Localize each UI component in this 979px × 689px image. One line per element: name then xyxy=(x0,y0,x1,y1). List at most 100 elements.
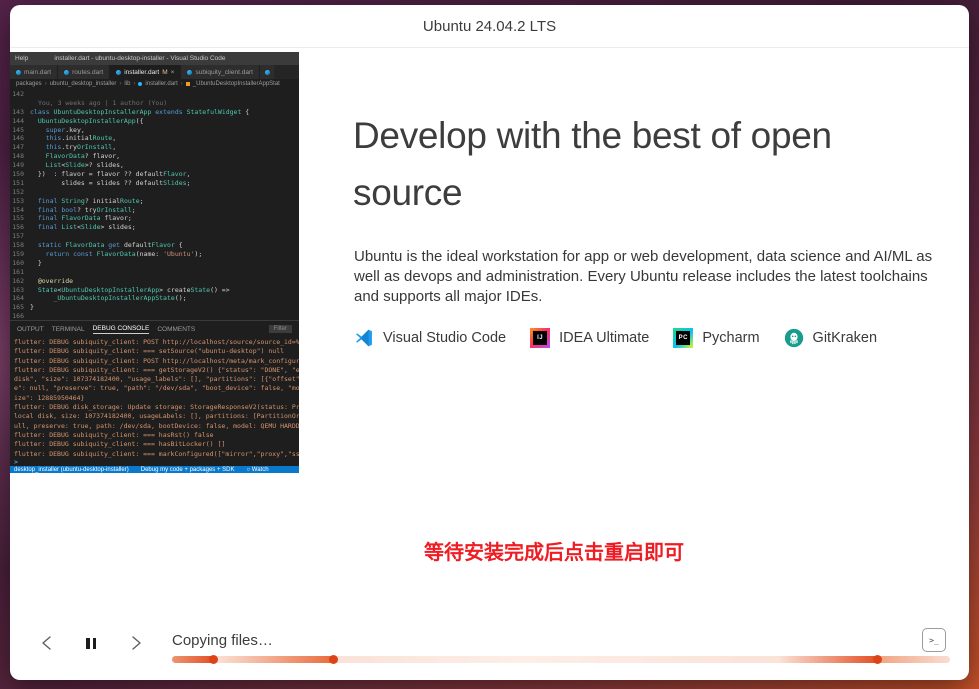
code-text: }) : flavor = flavor ?? defaultFlavor, xyxy=(30,170,190,179)
breadcrumb-item: packages xyxy=(16,81,42,87)
console-line: flutter: DEBUG subiquity_client: POST ht… xyxy=(10,357,299,366)
console-line: flutter: DEBUG subiquity_client: === has… xyxy=(10,431,299,440)
next-button[interactable] xyxy=(124,631,148,655)
breadcrumb-separator: › xyxy=(181,81,183,87)
dart-icon xyxy=(187,70,192,75)
slide-heading: Develop with the best of open source xyxy=(353,107,928,221)
window-titlebar: Ubuntu 24.04.2 LTS xyxy=(10,5,969,48)
dart-icon xyxy=(16,70,21,75)
line-number: 150 xyxy=(10,170,30,179)
blame-annotation: You, 3 weeks ago | 1 author (You) xyxy=(30,99,167,108)
code-line: 165} xyxy=(10,303,299,312)
progress-segment xyxy=(214,656,333,663)
line-number: 142 xyxy=(10,90,30,99)
tab-label: main.dart xyxy=(24,69,51,76)
panel-tab: COMMENTS xyxy=(157,326,195,333)
code-line: 151 slides = slides ?? defaultSlides; xyxy=(10,179,299,188)
ide-label: Visual Studio Code xyxy=(383,330,506,346)
code-text: List<Slide>? slides, xyxy=(30,161,124,170)
breadcrumb-item: installer.dart xyxy=(145,81,177,87)
code-line: 161 xyxy=(10,268,299,277)
idea-icon: IJ xyxy=(530,328,550,348)
console-line: flutter: DEBUG subiquity_client: === mar… xyxy=(10,450,299,458)
dart-icon xyxy=(116,70,121,75)
breadcrumb-item: _UbuntuDesktopInstallerAppStat xyxy=(193,81,280,87)
line-number: 151 xyxy=(10,179,30,188)
vscode-tab-partial xyxy=(260,65,274,79)
progress-dot xyxy=(209,655,218,664)
vscode-tab: subiquity_client.dart xyxy=(181,65,259,79)
window-title: Ubuntu 24.04.2 LTS xyxy=(423,18,556,35)
ide-item-pycharm: PC Pycharm xyxy=(673,328,759,348)
modified-badge: M xyxy=(162,69,167,76)
tab-label: routes.dart xyxy=(72,69,103,76)
line-number: 145 xyxy=(10,126,30,135)
vscode-console-prompt: > xyxy=(10,458,299,466)
vscode-tab: installer.dartM × xyxy=(110,65,181,79)
progress-segment xyxy=(780,656,877,663)
vscode-debug-console: flutter: DEBUG subiquity_client: POST ht… xyxy=(10,337,299,458)
code-text: super.key, xyxy=(30,126,85,135)
line-number: 166 xyxy=(10,312,30,320)
code-line: 164 _UbuntuDesktopInstallerAppState(); xyxy=(10,294,299,303)
ide-list: Visual Studio Code IJ IDEA Ultimate PC P… xyxy=(354,328,877,348)
panel-tab: TERMINAL xyxy=(52,326,85,333)
vscode-editor: 142You, 3 weeks ago | 1 author (You)143c… xyxy=(10,88,299,320)
chevron-left-icon xyxy=(41,635,52,651)
code-text: _UbuntuDesktopInstallerAppState(); xyxy=(30,294,187,303)
line-number: 165 xyxy=(10,303,30,312)
code-line: 156 final List<Slide> slides; xyxy=(10,223,299,232)
breadcrumb-item: lib xyxy=(124,81,130,87)
code-text: final String? initialRoute; xyxy=(30,197,144,206)
console-line: flutter: DEBUG subiquity_client: POST ht… xyxy=(10,338,299,347)
progress-segment xyxy=(172,656,214,663)
line-number: 148 xyxy=(10,152,30,161)
code-line: 145 super.key, xyxy=(10,126,299,135)
tab-label: installer.dart xyxy=(124,69,159,76)
breadcrumb-item: ubuntu_desktop_installer xyxy=(50,81,117,87)
slide-body: Ubuntu is the ideal workstation for app … xyxy=(354,247,940,307)
line-number: 154 xyxy=(10,206,30,215)
breadcrumb-separator: › xyxy=(133,81,135,87)
code-text: slides = slides ?? defaultSlides; xyxy=(30,179,190,188)
ide-item-idea: IJ IDEA Ultimate xyxy=(530,328,649,348)
vscode-status-launch-config: Debug my code + packages + SDK xyxy=(141,467,235,473)
vscode-tab: routes.dart xyxy=(58,65,110,79)
code-text: } xyxy=(30,259,42,268)
console-line: flutter: DEBUG subiquity_client: === get… xyxy=(10,366,299,375)
terminal-toggle-button[interactable]: >_ xyxy=(922,628,946,652)
line-number: 159 xyxy=(10,250,30,259)
code-line: 157 xyxy=(10,232,299,241)
console-line: local disk, size: 107374182400, usageLab… xyxy=(10,412,299,421)
code-text: static FlavorData get defaultFlavor { xyxy=(30,241,183,250)
code-text: UbuntuDesktopInstallerApp({ xyxy=(30,117,144,126)
code-text: this.tryOrInstall, xyxy=(30,143,116,152)
line-number xyxy=(10,99,30,108)
line-number: 156 xyxy=(10,223,30,232)
console-line: ull, preserve: true, path: /dev/sda, boo… xyxy=(10,422,299,431)
code-line: 147 this.tryOrInstall, xyxy=(10,143,299,152)
code-text: @override xyxy=(30,277,73,286)
line-number: 164 xyxy=(10,294,30,303)
panel-tab: DEBUG CONSOLE xyxy=(93,325,150,334)
code-line: You, 3 weeks ago | 1 author (You) xyxy=(10,99,299,108)
breadcrumb-separator: › xyxy=(119,81,121,87)
class-symbol-icon xyxy=(186,82,190,86)
line-number: 163 xyxy=(10,286,30,295)
close-icon: × xyxy=(171,69,175,76)
vscode-icon xyxy=(354,328,374,348)
code-text: final List<Slide> slides; xyxy=(30,223,136,232)
dart-icon xyxy=(265,70,270,75)
progress-dot xyxy=(329,655,338,664)
code-line: 159 return const FlavorData(name: 'Ubunt… xyxy=(10,250,299,259)
console-line: e": null, "preserve": true, "path": "/de… xyxy=(10,384,299,393)
code-line: 148 FlavorData? flavor, xyxy=(10,152,299,161)
pause-button[interactable] xyxy=(79,631,103,655)
vscode-status-project: desktop_installer (ubuntu-desktop-instal… xyxy=(14,467,129,473)
line-number: 143 xyxy=(10,108,30,117)
code-line: 155 final FlavorData flavor; xyxy=(10,214,299,223)
code-text: final bool? tryOrInstall; xyxy=(30,206,136,215)
code-line: 152 xyxy=(10,188,299,197)
ide-label: IDEA Ultimate xyxy=(559,330,649,346)
back-button[interactable] xyxy=(34,631,58,655)
